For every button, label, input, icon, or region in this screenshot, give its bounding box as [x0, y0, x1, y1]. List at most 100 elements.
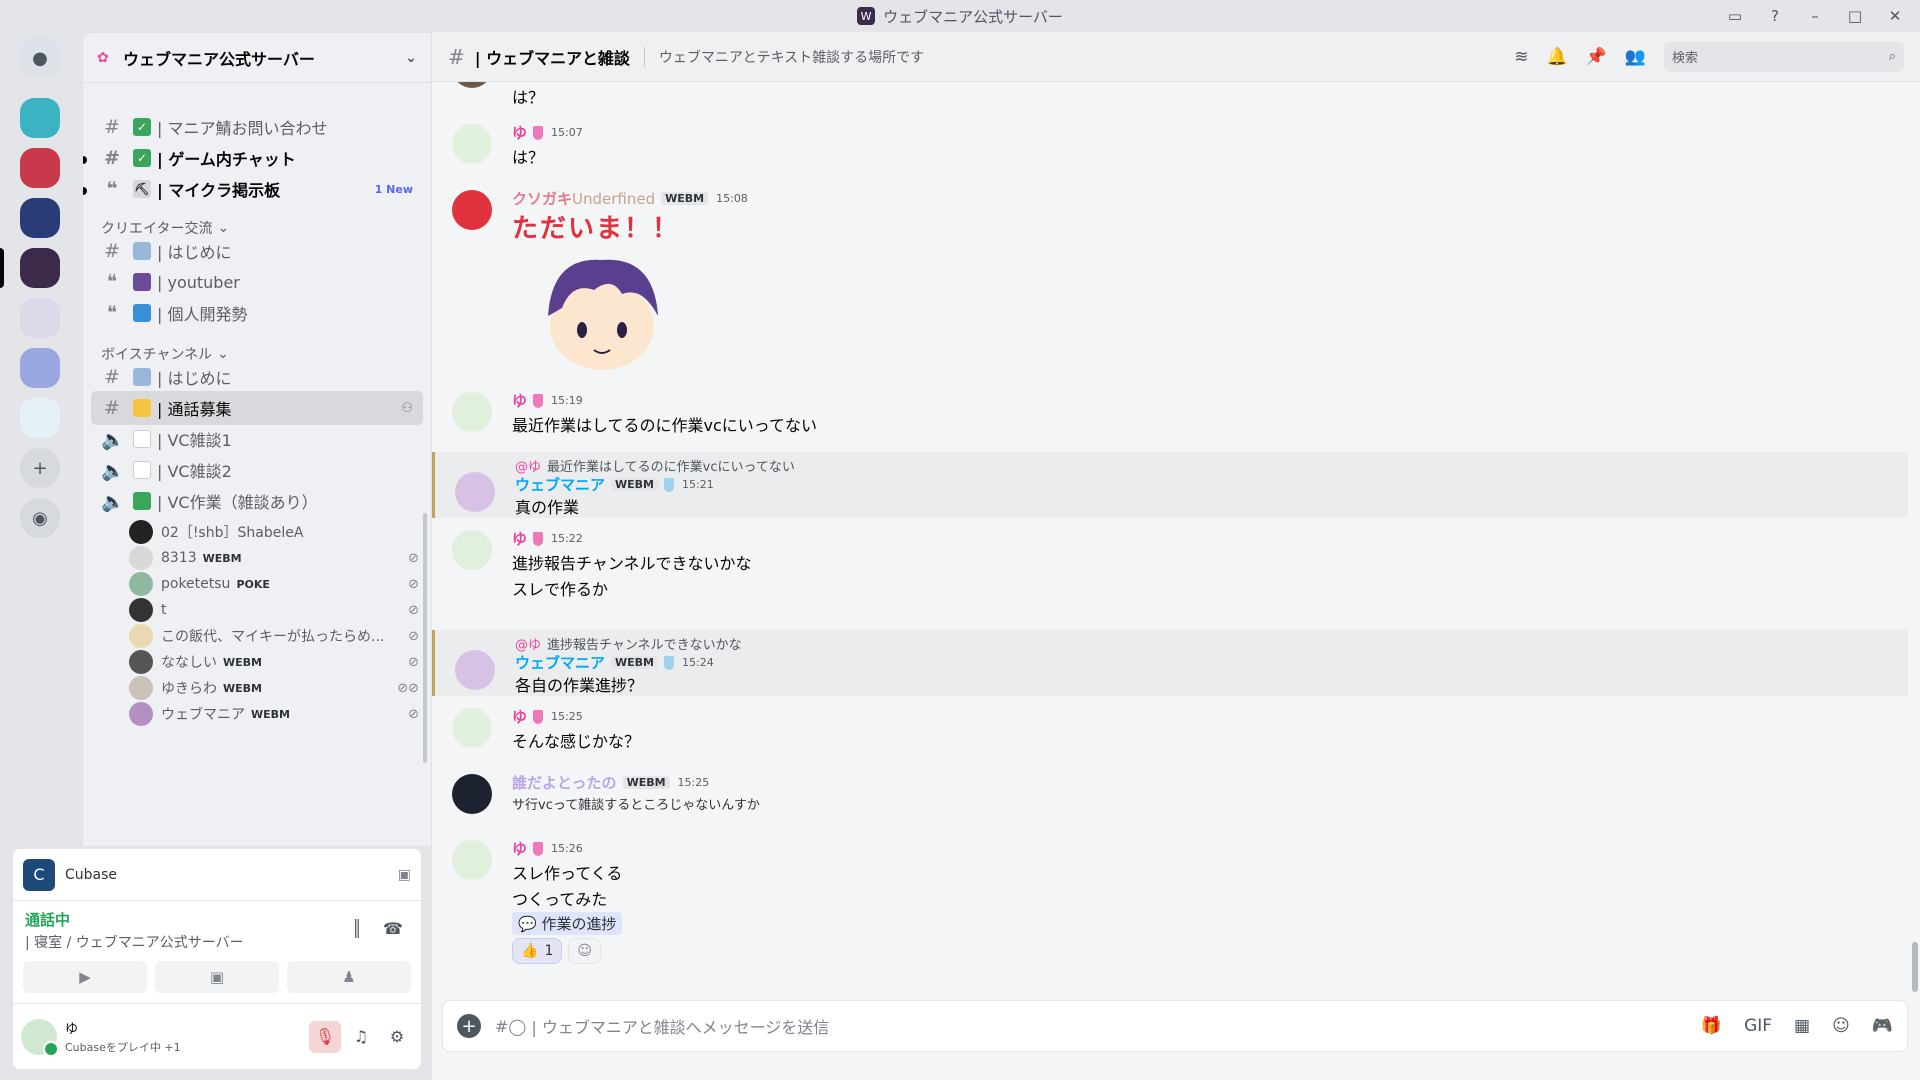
voice-user[interactable]: 8313 WEBM ⊘: [129, 544, 419, 572]
message[interactable]: クソガキ Underfined WEBM 15:08 ただいま！！: [432, 186, 1908, 386]
add-reaction-icon[interactable]: ☺: [568, 938, 601, 964]
gif-icon[interactable]: GIF: [1744, 1016, 1772, 1036]
author-name[interactable]: ゆ: [512, 838, 527, 859]
author-name[interactable]: ゆ: [512, 706, 527, 727]
message-mention[interactable]: @ゆ 進捗報告チャンネルできないかな ウェブマニア WEBM 15:24 各自の作業進…: [432, 630, 1908, 696]
message[interactable]: ゆ 15:22 進捗報告チャンネルできないかな スレで作るか: [432, 524, 1908, 604]
thread-link[interactable]: 💬 作業の進捗: [512, 912, 623, 935]
voice-user-name: poketetsu: [161, 576, 231, 592]
message[interactable]: は？: [432, 82, 1908, 112]
close-button[interactable]: ✕: [1876, 7, 1914, 25]
voice-user[interactable]: t ⊘: [129, 596, 419, 624]
activity-panel[interactable]: C Cubase ▣: [13, 849, 421, 901]
author-name[interactable]: ゆ: [512, 122, 527, 143]
explore-icon[interactable]: ◉: [20, 498, 60, 538]
message-text: 進捗報告チャンネルできないかな: [512, 554, 752, 573]
inbox-icon[interactable]: ▭: [1716, 7, 1754, 25]
server-icon-3[interactable]: [20, 198, 60, 238]
message[interactable]: ゆ 15:26 スレ作ってくる つくってみた 💬 作業の進捗 👍 1 ☺: [432, 834, 1908, 974]
screen-share-icon[interactable]: ▣: [398, 867, 411, 883]
add-server-icon[interactable]: +: [20, 448, 60, 488]
message[interactable]: ゆ 15:19 最近作業はしてるのに作業vcにいってない: [432, 386, 1908, 446]
channel-minecraft-board[interactable]: ❝ ⛏ | マイクラ掲示板 1 New: [91, 172, 423, 206]
channel-indie-dev[interactable]: ❝ | 個人開発勢: [91, 296, 423, 330]
bell-icon[interactable]: 🔔: [1546, 47, 1567, 67]
sidebar-scrollbar[interactable]: [423, 513, 427, 763]
author-name[interactable]: 誰だよとったの: [512, 772, 617, 793]
sticker-text: ただいま！！: [512, 214, 681, 244]
voice-user[interactable]: ゆきらわ WEBM ⊘⊘: [129, 674, 419, 702]
role-icon: [533, 393, 544, 408]
chat-scrollbar[interactable]: [1912, 942, 1918, 992]
plus-icon[interactable]: +: [457, 1014, 481, 1038]
mute-mic-icon[interactable]: 🎙: [309, 1020, 341, 1053]
voice-user[interactable]: 02［!shb］ShabeleA: [129, 518, 419, 546]
new-badge: 1 New: [374, 182, 413, 196]
voice-user[interactable]: この飯代、マイキーが払ったらめ... ⊘: [129, 622, 419, 650]
author-name[interactable]: ウェブマニア: [515, 474, 605, 495]
channel-vc-chat-1[interactable]: 🔈 | VC雑談1: [91, 422, 423, 456]
channel-call-recruit[interactable]: # | 通話募集 ⚇: [91, 391, 423, 425]
disconnect-icon[interactable]: ☎: [379, 919, 407, 947]
server-icon-5[interactable]: [20, 298, 60, 338]
character-sticker[interactable]: [532, 246, 672, 376]
gear-icon[interactable]: ⚙: [381, 1021, 413, 1053]
channel-vc-chat-2[interactable]: 🔈 | VC雑談2: [91, 453, 423, 487]
members-icon[interactable]: 👥: [1625, 47, 1646, 67]
server-icon-6[interactable]: [20, 348, 60, 388]
author-name[interactable]: ゆ: [512, 390, 527, 411]
reply-preview[interactable]: @ゆ 最近作業はしてるのに作業vcにいってない: [515, 456, 795, 475]
server-icon-webmania[interactable]: [20, 248, 60, 288]
server-icon-1[interactable]: [20, 98, 60, 138]
channel-vc-work[interactable]: 🔈 | VC作業（雑談あり）: [91, 484, 423, 518]
screen-share-button[interactable]: ▣: [155, 961, 279, 993]
channel-youtuber[interactable]: ❝ | youtuber: [91, 265, 423, 299]
avatar: [129, 572, 153, 596]
noise-suppression-icon[interactable]: ║: [343, 919, 371, 947]
threads-icon[interactable]: ≋: [1514, 47, 1528, 67]
message[interactable]: 誰だよとったの WEBM 15:25 サ行vcって雑談するところじゃないんすか: [432, 768, 1908, 828]
server-icon-7[interactable]: [20, 398, 60, 438]
reaction-thumbs-up[interactable]: 👍 1: [512, 938, 563, 964]
minimize-button[interactable]: –: [1796, 7, 1834, 25]
channel-topic[interactable]: ウェブマニアとテキスト雑談する場所です: [659, 47, 924, 67]
message-composer[interactable]: + #◯ | ウェブマニアと雑談へメッセージを送信 🎁 GIF ▦ ☺ 🎮: [442, 1000, 1908, 1052]
sticker-icon[interactable]: ▦: [1794, 1016, 1810, 1036]
message-mention[interactable]: @ゆ 最近作業はしてるのに作業vcにいってない ウェブマニア WEBM 15:21 真…: [432, 452, 1908, 518]
channel-game-chat[interactable]: # ✓ | ゲーム内チャット: [91, 141, 423, 175]
voice-user[interactable]: ウェブマニア WEBM ⊘: [129, 700, 419, 728]
author-name[interactable]: ウェブマニア: [515, 652, 605, 673]
clan-tag: WEBM: [223, 681, 262, 695]
reply-preview[interactable]: @ゆ 進捗報告チャンネルできないかな: [515, 634, 742, 653]
pin-icon[interactable]: 📌: [1586, 47, 1607, 67]
role-icon: [664, 655, 674, 670]
server-header[interactable]: ✿ ウェブマニア公式サーバー ⌄: [83, 33, 431, 83]
voice-user[interactable]: ななしい WEBM ⊘: [129, 648, 419, 676]
home-discord-icon[interactable]: ●: [20, 38, 60, 78]
avatar[interactable]: [21, 1018, 59, 1057]
headphones-icon[interactable]: ♫: [345, 1021, 377, 1053]
activity-button[interactable]: ♟: [287, 961, 411, 993]
search-placeholder: 検索: [1672, 51, 1699, 66]
voice-user[interactable]: poketetsu POKE ⊘: [129, 570, 419, 598]
message-list[interactable]: は？ ゆ 15:07 は？ クソガキ Underfined WEBM 15:08 ただい…: [432, 82, 1908, 1022]
forum-icon: ❝: [106, 178, 118, 200]
message[interactable]: ゆ 15:25 そんな感じかな？: [432, 702, 1908, 762]
add-member-icon[interactable]: ⚇: [401, 401, 413, 416]
channel-creator-intro[interactable]: # | はじめに: [91, 234, 423, 268]
emoji-icon[interactable]: ☺: [1832, 1016, 1850, 1036]
channel-inquiry[interactable]: # ✓ | マニア鯖お問い合わせ: [91, 110, 423, 144]
maximize-button[interactable]: □: [1836, 7, 1874, 25]
author-name[interactable]: ゆ: [512, 528, 527, 549]
help-icon[interactable]: ?: [1756, 7, 1794, 25]
channel-voice-intro[interactable]: # | はじめに: [91, 360, 423, 394]
message[interactable]: ゆ 15:07 は？: [432, 118, 1908, 178]
search-input[interactable]: 検索 ⌕: [1664, 41, 1904, 72]
channel-sidebar: ✿ ウェブマニア公式サーバー ⌄ # ✓ | マニア鯖お問い合わせ # ✓ | ゲーム内…: [82, 32, 432, 847]
server-icon-2[interactable]: [20, 148, 60, 188]
camera-button[interactable]: ▶: [23, 961, 147, 993]
gift-icon[interactable]: 🎁: [1701, 1016, 1722, 1036]
author-name[interactable]: クソガキ: [512, 188, 572, 209]
activities-icon[interactable]: 🎮: [1872, 1016, 1893, 1036]
hash-icon: #: [104, 147, 120, 169]
